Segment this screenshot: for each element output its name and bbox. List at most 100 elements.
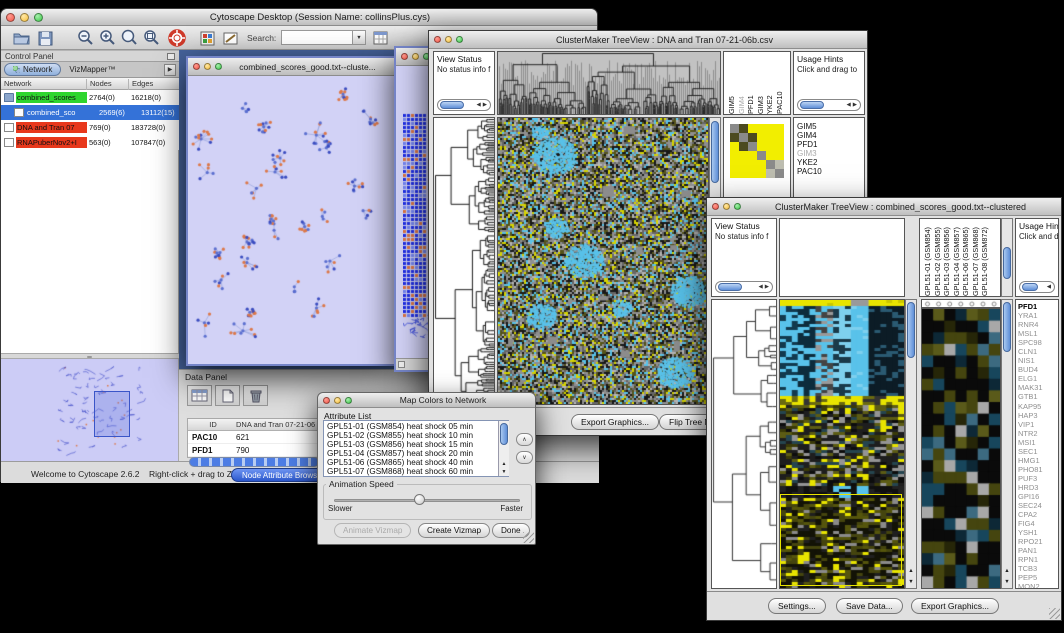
horizontal-scrollbar[interactable]: ◀▶ xyxy=(797,99,861,111)
node-attribute-browser-tab[interactable]: Node Attribute Brows xyxy=(231,468,328,482)
column-label[interactable]: GPL51-07 (GSM868) xyxy=(971,219,981,296)
main-titlebar[interactable]: Cytoscape Desktop (Session Name: collins… xyxy=(1,9,597,26)
column-label[interactable]: GIM3 xyxy=(756,52,766,114)
attribute-list-item[interactable]: GPL51-01 (GSM854) heat shock 05 min xyxy=(327,422,508,431)
matrix-cell[interactable] xyxy=(748,169,757,178)
network-window-titlebar[interactable]: combined_scores_good.txt--cluste... xyxy=(188,58,394,76)
zoom-actual-icon[interactable] xyxy=(119,28,139,48)
network-table-row[interactable]: combined_scores 2764(0) 16218(0) xyxy=(1,90,179,105)
treeview2-column-labels[interactable]: GPL51-01 (GSM854)GPL51-02 (GSM855) GPL51-… xyxy=(919,218,1001,297)
column-label[interactable]: GIM5 xyxy=(727,52,737,114)
gene-row-label[interactable]: PEP5 xyxy=(1018,573,1058,582)
minimize-icon[interactable] xyxy=(334,397,341,404)
row-dendrogram-panel[interactable] xyxy=(433,117,495,405)
speed-slider-track[interactable] xyxy=(334,499,520,502)
attribute-list-item[interactable]: GPL51-06 (GSM865) heat shock 40 min xyxy=(327,458,508,467)
vizmapper-icon[interactable] xyxy=(197,28,217,48)
minimize-icon[interactable] xyxy=(412,53,419,60)
global-heatmap[interactable] xyxy=(779,299,905,589)
close-icon[interactable] xyxy=(323,397,330,404)
zoom-in-icon[interactable] xyxy=(97,28,117,48)
network-table-row[interactable]: RNAPuberNov2+I 563(0) 107847(0) xyxy=(1,135,179,150)
column-label[interactable]: GPL51-02 (GSM855) xyxy=(933,219,943,296)
matrix-cell[interactable] xyxy=(775,160,784,169)
overview-viewport[interactable] xyxy=(94,391,130,437)
zoom-fit-icon[interactable] xyxy=(141,28,161,48)
minimize-icon[interactable] xyxy=(20,13,29,22)
row-dendrogram-panel[interactable] xyxy=(711,299,777,589)
gene-row-label[interactable]: PAN1 xyxy=(1018,546,1058,555)
network-overview-panel[interactable] xyxy=(1,359,179,461)
gene-row-label[interactable]: RNR4 xyxy=(1018,320,1058,329)
column-label[interactable]: PFD1 xyxy=(746,52,756,114)
matrix-cell[interactable] xyxy=(730,133,739,142)
matrix-cell[interactable] xyxy=(748,133,757,142)
column-labels-scrollbar[interactable] xyxy=(1001,218,1013,297)
close-icon[interactable] xyxy=(193,63,200,70)
gene-row-label[interactable]: SPC98 xyxy=(1018,338,1058,347)
maximize-icon[interactable] xyxy=(34,13,43,22)
matrix-cell[interactable] xyxy=(766,151,775,160)
matrix-cell[interactable] xyxy=(739,142,748,151)
close-icon[interactable] xyxy=(6,13,15,22)
minimize-icon[interactable] xyxy=(445,36,452,43)
create-vizmap-button[interactable]: Create Vizmap xyxy=(418,523,490,538)
delete-attribute-trash-icon[interactable] xyxy=(243,385,268,406)
matrix-cell[interactable] xyxy=(775,169,784,178)
matrix-cell[interactable] xyxy=(757,160,766,169)
matrix-cell[interactable] xyxy=(775,151,784,160)
zoom-out-icon[interactable] xyxy=(75,28,95,48)
matrix-cell[interactable] xyxy=(739,151,748,160)
matrix-cell[interactable] xyxy=(739,124,748,133)
network-table-row[interactable]: combined_sco 2569(6) 13112(15) xyxy=(1,105,179,120)
treeview-button[interactable]: Settings... xyxy=(768,598,826,614)
gene-row-label[interactable]: RPN1 xyxy=(1018,555,1058,564)
gene-row-label[interactable]: SEC24 xyxy=(1018,501,1058,510)
gene-row-label[interactable]: PFD1 xyxy=(1018,302,1058,311)
dialog-titlebar[interactable]: Map Colors to Network xyxy=(318,393,535,408)
matrix-cell[interactable] xyxy=(766,124,775,133)
gene-row-label[interactable]: FIG4 xyxy=(1018,519,1058,528)
listbox-scrollbar[interactable]: ▲ ▼ xyxy=(498,421,509,476)
matrix-cell[interactable] xyxy=(757,133,766,142)
save-icon[interactable] xyxy=(35,28,55,48)
gene-row-label[interactable]: NTR2 xyxy=(1018,429,1058,438)
search-input[interactable] xyxy=(281,30,353,45)
matrix-cell[interactable] xyxy=(757,169,766,178)
gene-row-label[interactable]: CLN1 xyxy=(1018,347,1058,356)
annotation-icon[interactable] xyxy=(221,28,241,48)
attribute-list-item[interactable]: GPL51-04 (GSM857) heat shock 20 min xyxy=(327,449,508,458)
matrix-cell[interactable] xyxy=(757,142,766,151)
close-icon[interactable] xyxy=(434,36,441,43)
open-file-icon[interactable] xyxy=(11,28,31,48)
column-label[interactable]: YKE2 xyxy=(765,52,775,114)
matrix-cell[interactable] xyxy=(766,160,775,169)
network-canvas[interactable] xyxy=(189,76,393,364)
attribute-list-item[interactable]: GPL51-03 (GSM856) heat shock 15 min xyxy=(327,440,508,449)
treeview2-row-labels[interactable]: PFD1YRA1RNR4MSL1SPC98CLN1NIS1BUD4ELG1MAK… xyxy=(1015,299,1059,589)
matrix-cell[interactable] xyxy=(730,151,739,160)
gene-row-label[interactable]: MSI1 xyxy=(1018,438,1058,447)
horizontal-scrollbar[interactable]: ◀▶ xyxy=(437,99,491,111)
matrix-cell[interactable] xyxy=(739,160,748,169)
matrix-cell[interactable] xyxy=(748,151,757,160)
matrix-cell[interactable] xyxy=(748,160,757,169)
new-attribute-icon[interactable] xyxy=(215,385,240,406)
column-label[interactable]: GPL51-01 (GSM854) xyxy=(923,219,933,296)
row-label[interactable]: GIM5 xyxy=(797,122,864,131)
matrix-cell[interactable] xyxy=(748,124,757,133)
gene-row-label[interactable]: MON2 xyxy=(1018,582,1058,589)
attribute-list-item[interactable]: GPL51-02 (GSM855) heat shock 10 min xyxy=(327,431,508,440)
maximize-icon[interactable] xyxy=(456,36,463,43)
matrix-cell[interactable] xyxy=(775,142,784,151)
matrix-cell[interactable] xyxy=(730,169,739,178)
matrix-cell[interactable] xyxy=(766,142,775,151)
zoom-scrollbar[interactable]: ▲ ▼ xyxy=(1001,299,1013,589)
zoom-heatmap[interactable] xyxy=(921,308,1001,589)
column-tree-panel[interactable] xyxy=(779,218,905,297)
move-down-button[interactable]: ∨ xyxy=(516,451,533,464)
gene-row-label[interactable]: HAP3 xyxy=(1018,411,1058,420)
gene-row-label[interactable]: RPO21 xyxy=(1018,537,1058,546)
attribute-select-icon[interactable] xyxy=(187,385,212,406)
column-label[interactable]: GIM4 xyxy=(737,52,747,114)
